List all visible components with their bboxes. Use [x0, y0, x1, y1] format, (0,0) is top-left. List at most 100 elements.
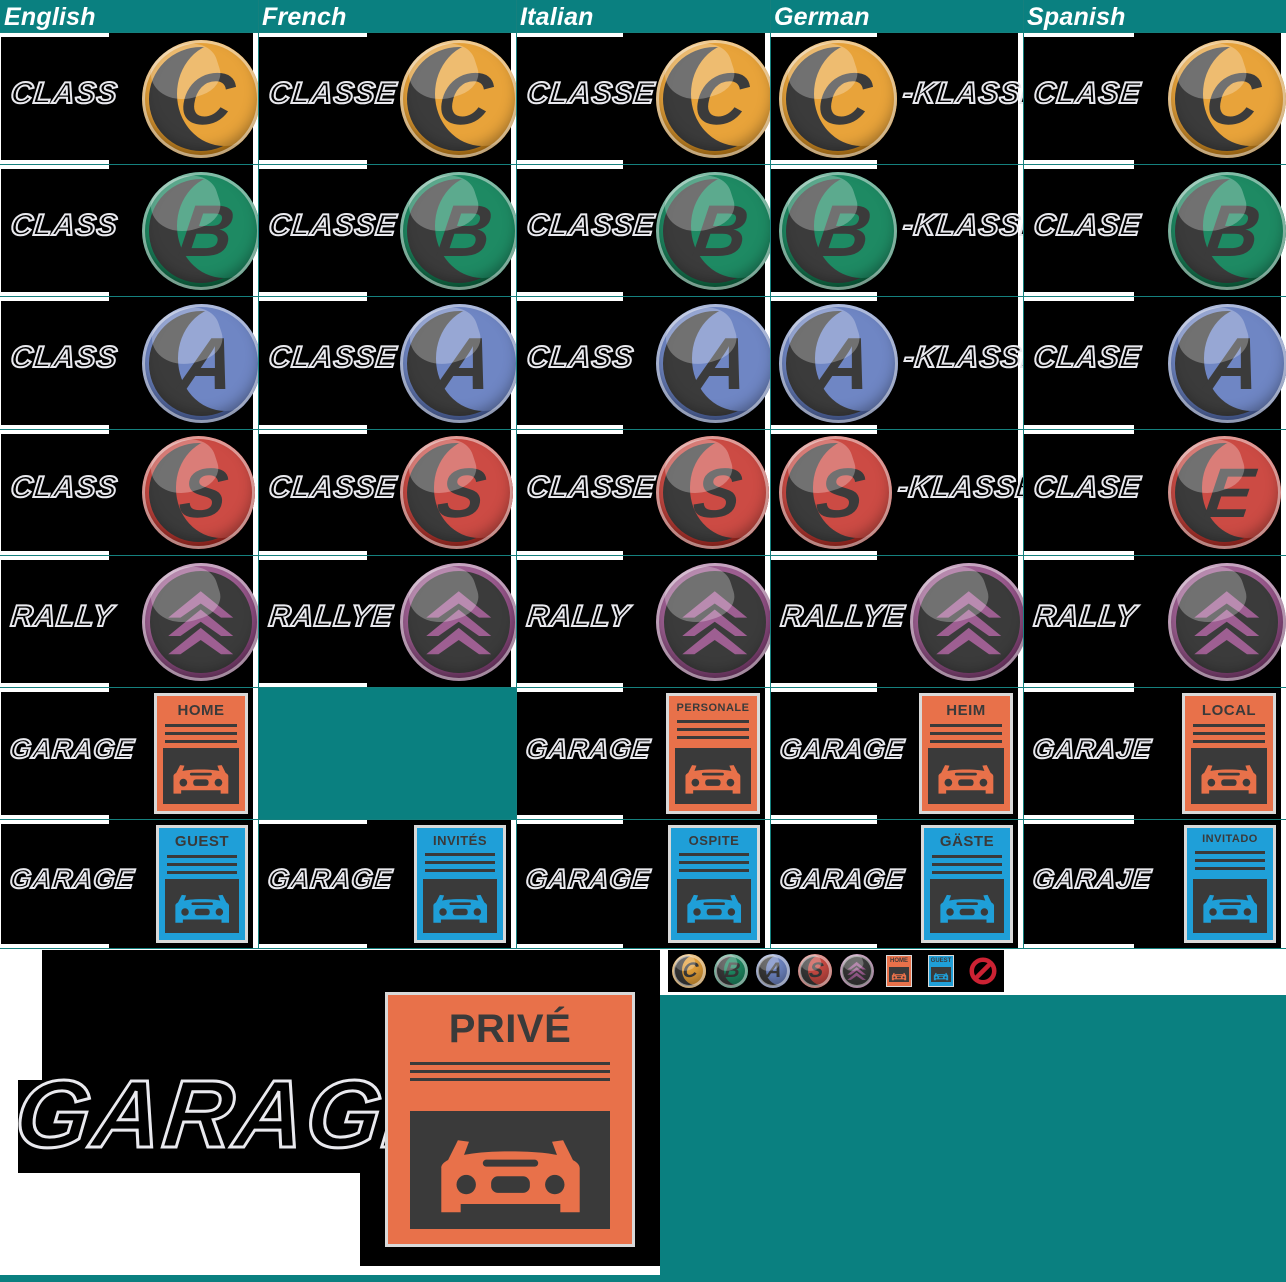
emblem-rim [400, 304, 516, 423]
poster-garage-door [1191, 748, 1267, 804]
poster-garage-door [163, 748, 239, 804]
label-class-b-spanish: CLASE [1032, 208, 1144, 243]
mini-class-c-icon[interactable]: C [668, 950, 710, 992]
cell-class-s-french: S CLASSE [259, 430, 516, 555]
car-icon [433, 894, 487, 923]
poster-title: INVITÉS [432, 833, 488, 849]
class-a-emblem-german: A [779, 304, 898, 423]
label-class-b-german: -KLASSE [900, 208, 1023, 243]
car-icon [938, 764, 994, 794]
mini-class-b-icon[interactable]: B [710, 950, 752, 992]
cell-class-c-italian: C CLASSE [517, 33, 770, 164]
mini-class-a-icon-badge: A [756, 954, 790, 988]
cell-garage-home-italian: PERSONALE GARAGE [517, 688, 770, 819]
mini-car-icon [933, 972, 949, 981]
poster-garage-door [928, 748, 1004, 804]
label-class-a-italian: CLASS [524, 340, 636, 375]
emblem-rim [1168, 304, 1286, 423]
poster-garage-door [677, 878, 751, 933]
emblem-rim [1168, 563, 1286, 681]
label-garage-guest-italian: GARAGE [523, 863, 653, 895]
poster-body: HEIM [922, 696, 1010, 811]
poster-rule-line [931, 855, 1003, 859]
poster-rule-line [424, 861, 496, 865]
emblem-rim [1168, 436, 1281, 549]
class-a-emblem-spanish: A [1168, 304, 1286, 423]
mini-poster-body: GUEST [929, 956, 953, 986]
poster-body: PRIVÉ [388, 995, 632, 1244]
poster-title: GUEST [174, 833, 230, 851]
emblem-rim [656, 40, 770, 158]
cell-garage-guest-english: GUEST GARAGE [1, 820, 258, 948]
poster-rule-line [166, 871, 238, 875]
cell-rally-italian: RALLY [517, 556, 770, 687]
class-b-emblem-spanish: B [1168, 172, 1286, 290]
label-class-s-french: CLASSE [267, 470, 400, 505]
poster-body: OSPITE [671, 828, 757, 940]
guest-garage-poster-spanish: INVITADO [1184, 825, 1276, 943]
cell-class-b-italian: B CLASSE [517, 165, 770, 296]
mini-class-a-icon[interactable]: A [752, 950, 794, 992]
home-garage-poster-english: HOME [154, 693, 248, 814]
label-rally-french: RALLYE [267, 599, 396, 634]
poster-rule-line [678, 853, 750, 857]
mini-poster-door [931, 967, 951, 982]
mini-class-b-icon-badge: B [714, 954, 748, 988]
class-c-emblem-spanish: C [1168, 40, 1286, 158]
mini-poster-frame: GUEST [928, 955, 954, 987]
label-rally-german: RALLYE [778, 599, 907, 634]
poster-rule-line [166, 863, 238, 867]
label-garage-guest-english: GARAGE [7, 863, 137, 895]
column-header-bar: English French Italian German Spanish [0, 0, 1286, 32]
poster-rule-line [424, 869, 496, 873]
emblem-rim [779, 40, 897, 158]
poster-rule-lines [1194, 851, 1266, 875]
label-garage-home-german: GARAGE [777, 733, 907, 765]
emblem-rim [910, 563, 1023, 681]
poster-rule-lines [164, 723, 238, 748]
emblem-rim [400, 436, 513, 549]
guest-garage-poster-french: INVITÉS [414, 825, 506, 943]
poster-rule-lines [929, 723, 1003, 748]
column-header-german: German [774, 3, 870, 31]
poster-rule-line [1192, 723, 1266, 727]
mini-rally-icon[interactable] [836, 950, 878, 992]
poster-rule-lines [424, 853, 496, 877]
poster-rule-line [929, 739, 1003, 743]
cell-garage-guest-spanish: INVITADO GARAJE [1024, 820, 1286, 948]
label-class-s-italian: CLASSE [524, 470, 657, 505]
poster-rule-lines [676, 719, 750, 744]
mini-forbidden-icon[interactable] [962, 950, 1004, 992]
poster-rule-lines [166, 855, 238, 879]
cell-garage-home-spanish: LOCAL GARAJE [1024, 688, 1286, 819]
home-garage-poster-italian: PERSONALE [666, 693, 760, 814]
label-class-c-french: CLASSE [267, 76, 400, 111]
forbidden-icon [969, 957, 997, 985]
class-a-emblem-italian: A [656, 304, 770, 423]
emblem-rim [400, 40, 516, 158]
cell-rally-german: RALLYE [771, 556, 1023, 687]
cell-class-c-french: C CLASSE [259, 33, 516, 164]
poster-rule-line [409, 1061, 611, 1065]
label-class-a-english: CLASS [9, 340, 121, 375]
poster-body: PERSONALE [669, 696, 757, 811]
car-icon [940, 894, 994, 923]
mini-guest-garage-icon[interactable]: GUEST [920, 950, 962, 992]
cell-class-c-spanish: C CLASE [1024, 33, 1286, 164]
emblem-rim [656, 563, 770, 681]
emblem-rim [142, 304, 258, 423]
poster-body: INVITÉS [417, 828, 503, 940]
sprite-comparison-sheet: English French Italian German Spanish C CLASS C… [0, 0, 1286, 1282]
mini-home-garage-icon[interactable]: HOME [878, 950, 920, 992]
poster-garage-door [930, 879, 1004, 933]
poster-rule-lines [1192, 723, 1266, 748]
emblem-rim [798, 954, 832, 988]
rally-emblem-german [910, 563, 1023, 681]
class-s-emblem-english: S [142, 436, 255, 549]
class-s-emblem-french: S [400, 436, 513, 549]
poster-rule-line [1194, 859, 1266, 863]
label-class-c-german: -KLASSE [900, 76, 1023, 111]
poster-title: PERSONALE [676, 701, 750, 714]
cell-garage-home-german: HEIM GARAGE [771, 688, 1023, 819]
mini-class-s-icon[interactable]: S [794, 950, 836, 992]
